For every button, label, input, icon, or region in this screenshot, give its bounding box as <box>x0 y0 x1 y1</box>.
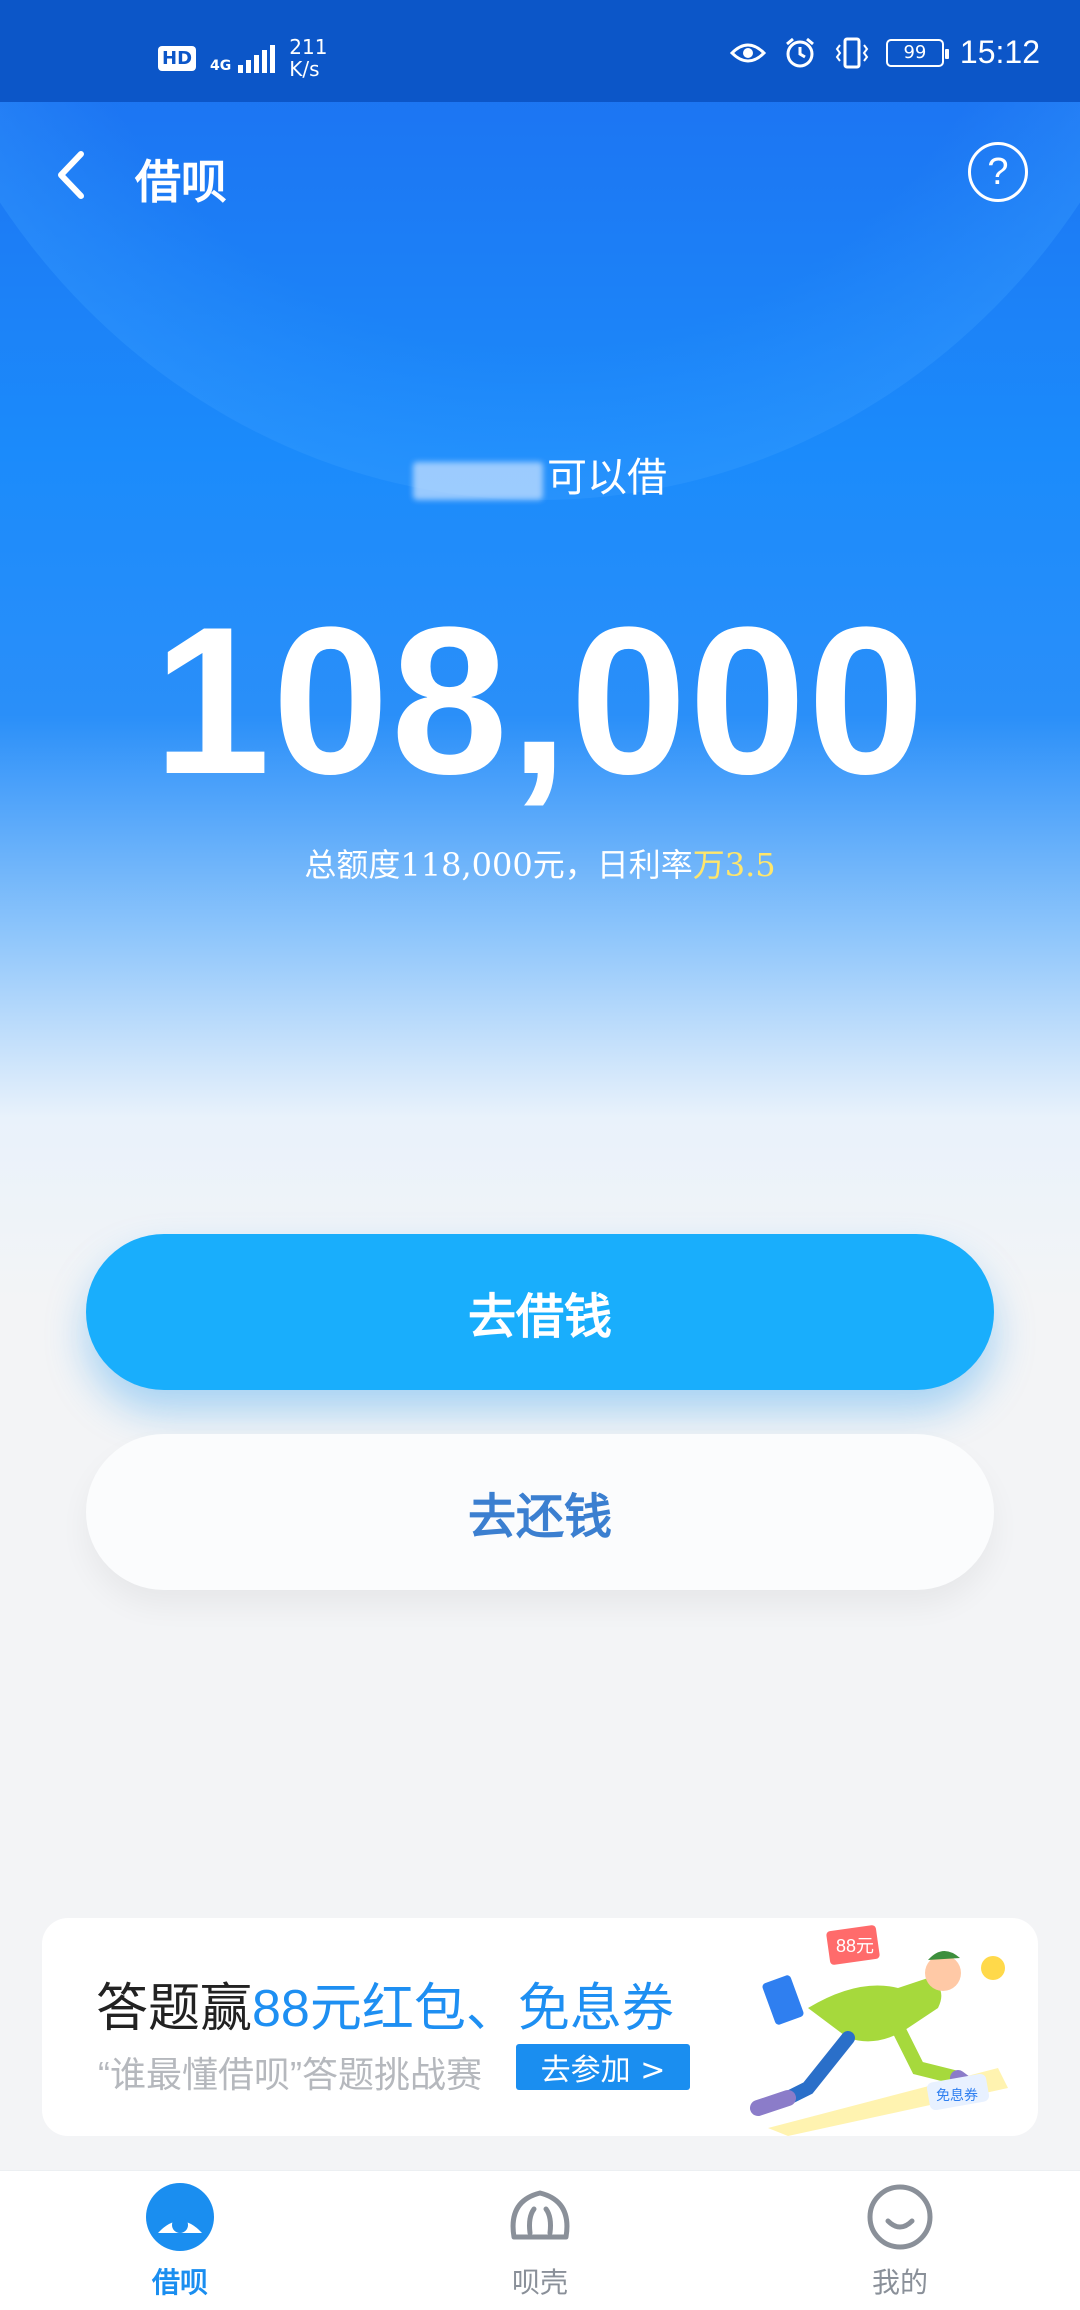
banner-subtitle: “谁最懂借呗”答题挑战赛 <box>98 2054 482 2095</box>
blurred-username <box>413 462 543 500</box>
alarm-icon <box>782 35 818 71</box>
join-button[interactable]: 去参加 > <box>516 2044 690 2090</box>
quiz-promo-banner[interactable]: 答题赢88元红包、免息券 “谁最懂借呗”答题挑战赛 去参加 > 88元 免息券 <box>42 1918 1038 2136</box>
back-button[interactable] <box>40 140 100 210</box>
help-button[interactable]: ? <box>968 142 1028 202</box>
eye-icon <box>729 35 766 71</box>
banner-title-prefix: 答题赢 <box>96 1980 253 2038</box>
daily-rate: 万3.5 <box>692 846 776 884</box>
question-icon: ? <box>987 150 1009 193</box>
page-title: 借呗 <box>135 155 227 209</box>
jiebei-icon <box>146 2183 214 2251</box>
battery-level: 99 <box>903 42 927 63</box>
status-right: 99 15:12 <box>729 34 1040 71</box>
art-tag: 88元 <box>836 1936 874 1956</box>
tab-shell[interactable]: 呗壳 <box>440 2181 640 2310</box>
tab-mine[interactable]: 我的 <box>800 2181 1000 2310</box>
network-type: 4G <box>210 58 232 74</box>
battery-icon: 99 <box>885 38 949 67</box>
shell-icon <box>510 2190 570 2240</box>
quota-text: 总额度118,000元，日利率 <box>304 846 693 884</box>
hd-badge: HD <box>158 45 197 71</box>
tab-label-jiebei: 借呗 <box>151 2266 208 2299</box>
chevron-left-icon <box>58 151 84 199</box>
available-amount: 108,000 <box>153 583 927 818</box>
tab-label-shell: 呗壳 <box>511 2266 568 2299</box>
smile-icon <box>867 2184 933 2250</box>
borrow-button[interactable]: 去借钱 <box>86 1234 994 1390</box>
clock: 15:12 <box>959 34 1040 70</box>
speed-value: 211 <box>289 35 328 59</box>
banner-title-highlight: 88元红包、免息券 <box>252 1980 674 2038</box>
status-bar: HD 4G 211 K/s 99 15:12 <box>0 0 1080 102</box>
tab-jiebei[interactable]: 借呗 <box>80 2181 280 2310</box>
signal-icon: 4G <box>210 43 276 74</box>
bottom-tab-bar: 借呗 呗壳 我的 <box>0 2170 1080 2310</box>
vibrate-icon <box>834 35 870 71</box>
speed-unit: K/s <box>289 57 320 81</box>
borrow-label-text: 可以借 <box>547 455 667 501</box>
art-coupon: 免息券 <box>936 2087 978 2103</box>
tab-label-mine: 我的 <box>871 2266 928 2299</box>
nav-bar: 借呗 ? <box>0 130 1080 220</box>
network-speed: 211 K/s <box>289 36 327 80</box>
quota-info: 总额度118,000元，日利率万3.5 <box>0 840 1080 886</box>
status-left: HD 4G 211 K/s <box>158 36 327 80</box>
borrow-available-label: 可以借 <box>0 445 1080 503</box>
repay-button[interactable]: 去还钱 <box>86 1434 994 1590</box>
banner-title: 答题赢88元红包、免息券 <box>96 1966 674 2041</box>
running-person-illustration: 88元 免息券 <box>750 1925 1008 2136</box>
